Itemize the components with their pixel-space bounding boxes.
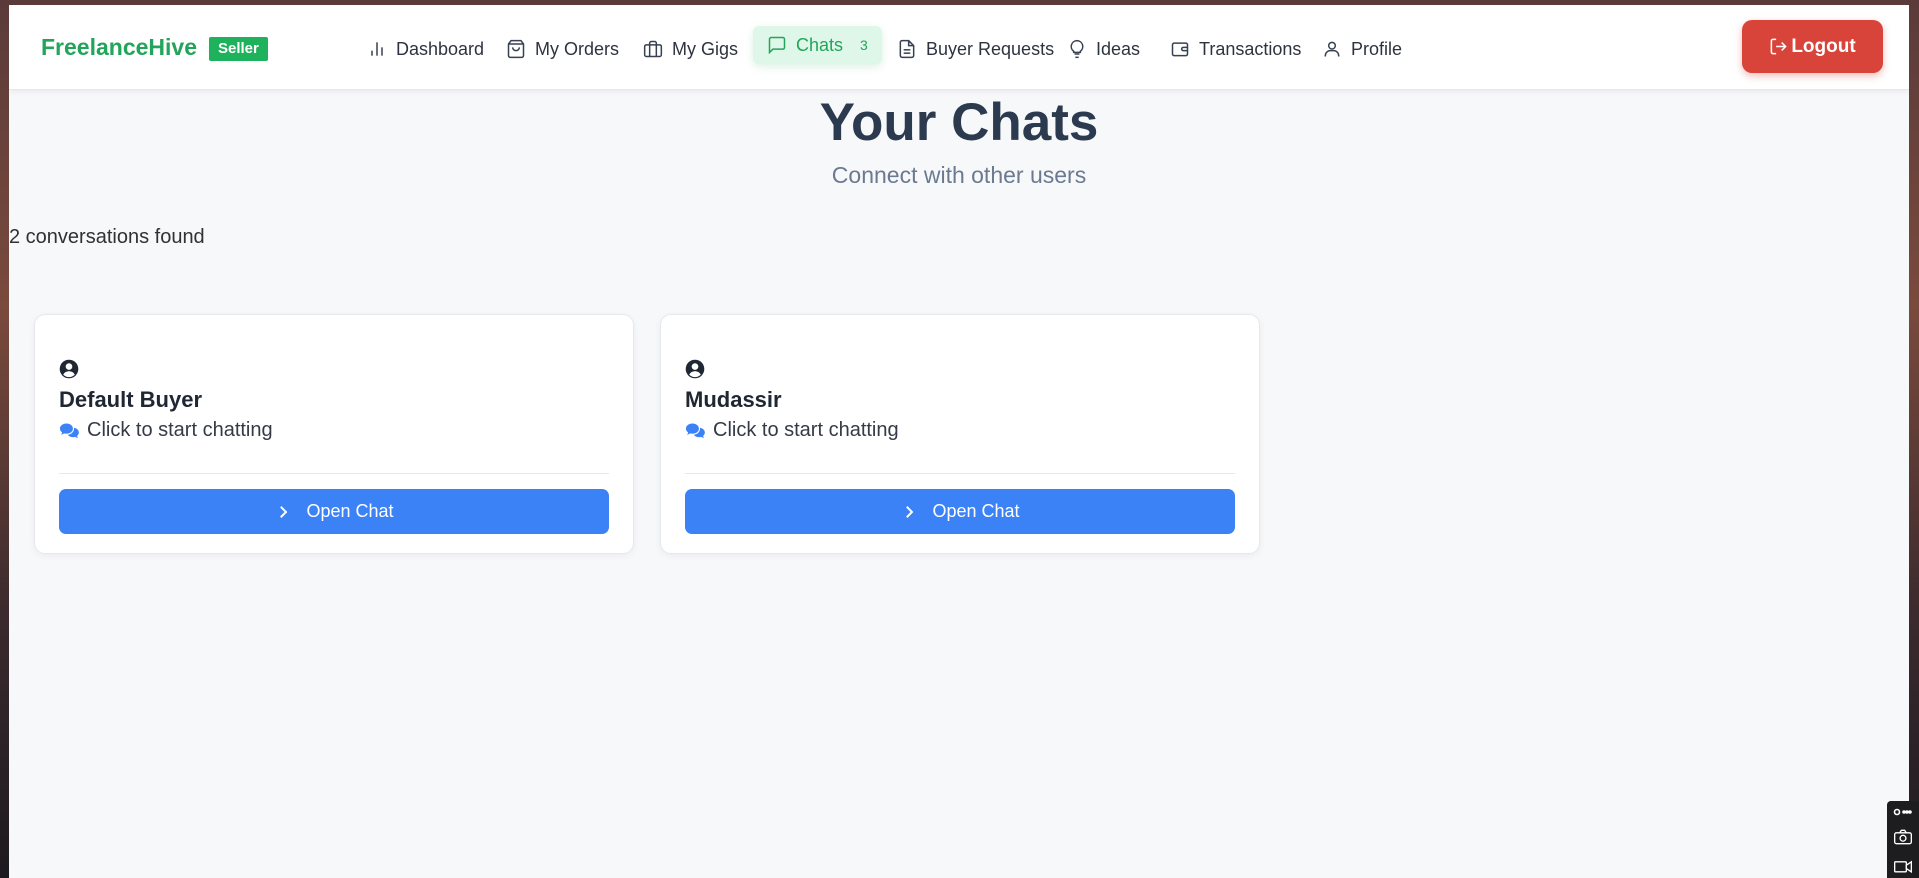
card-divider	[59, 473, 609, 474]
open-chat-label: Open Chat	[306, 501, 394, 521]
chat-contact-name: Default Buyer	[59, 387, 203, 412]
user-icon	[1324, 41, 1340, 57]
nav-buyer-requests[interactable]: Buyer Requests	[897, 31, 1054, 67]
nav-buyer-requests-label: Buyer Requests	[926, 38, 1055, 59]
open-chat-label: Open Chat	[932, 501, 1020, 521]
chevron-right-icon	[906, 505, 914, 518]
nav-profile[interactable]: Profile	[1322, 31, 1402, 67]
wallet-icon	[1171, 42, 1189, 57]
message-square-icon	[768, 36, 786, 55]
chats-unread-count: 3	[860, 37, 868, 53]
chat-card: Default Buyer Click to start chatting Op…	[34, 314, 634, 554]
comments-icon	[59, 423, 79, 438]
nav-my-orders[interactable]: My Orders	[506, 31, 619, 67]
open-chat-button[interactable]: Open Chat	[685, 489, 1235, 534]
browser-viewport: FreelanceHive Seller Dashboard My Orders…	[9, 5, 1909, 878]
nav-my-gigs[interactable]: My Gigs	[643, 31, 738, 67]
camera-icon[interactable]	[1893, 828, 1913, 846]
nav-profile-label: Profile	[1351, 38, 1403, 59]
comments-icon	[685, 423, 705, 438]
nav-dashboard-label: Dashboard	[396, 38, 485, 59]
nav-ideas[interactable]: Ideas	[1067, 31, 1140, 67]
user-circle-icon	[59, 359, 79, 379]
nav-dashboard[interactable]: Dashboard	[367, 31, 484, 67]
video-icon[interactable]	[1893, 857, 1913, 875]
log-out-icon	[1770, 38, 1788, 55]
briefcase-icon	[643, 40, 663, 58]
nav-my-orders-label: My Orders	[535, 38, 620, 59]
more-options-icon[interactable]	[1893, 806, 1913, 818]
nav-chats[interactable]: Chats 3	[753, 26, 882, 64]
top-navigation-bar: FreelanceHive Seller Dashboard My Orders…	[9, 5, 1909, 90]
nav-transactions[interactable]: Transactions	[1170, 31, 1301, 67]
chat-subtitle: Click to start chatting	[59, 419, 273, 442]
chat-subtitle-text: Click to start chatting	[87, 419, 273, 441]
bar-chart-icon	[371, 42, 383, 56]
file-text-icon	[899, 39, 915, 59]
open-chat-button[interactable]: Open Chat	[59, 489, 609, 534]
nav-my-gigs-label: My Gigs	[672, 38, 739, 59]
page-title: Your Chats	[819, 93, 1099, 152]
chat-subtitle-text: Click to start chatting	[713, 419, 899, 441]
card-divider	[685, 473, 1235, 474]
nav-ideas-label: Ideas	[1096, 38, 1141, 59]
nav-transactions-label: Transactions	[1199, 38, 1302, 59]
brand-logo[interactable]: FreelanceHive	[41, 34, 197, 61]
user-circle-icon	[685, 359, 705, 379]
role-badge: Seller	[209, 37, 268, 61]
nav-chats-label: Chats	[796, 34, 844, 55]
logout-button[interactable]: Logout	[1742, 20, 1883, 73]
chevron-right-icon	[280, 505, 288, 518]
logout-label: Logout	[1791, 35, 1856, 57]
lightbulb-icon	[1070, 39, 1084, 59]
chat-card: Mudassir Click to start chatting Open Ch…	[660, 314, 1260, 554]
chat-contact-name: Mudassir	[685, 387, 782, 412]
floating-toolbar	[1887, 801, 1919, 878]
chat-subtitle: Click to start chatting	[685, 419, 899, 442]
conversation-count: 2 conversations found	[9, 226, 205, 248]
shopping-bag-icon	[507, 39, 525, 59]
page-subtitle: Connect with other users	[831, 162, 1087, 188]
